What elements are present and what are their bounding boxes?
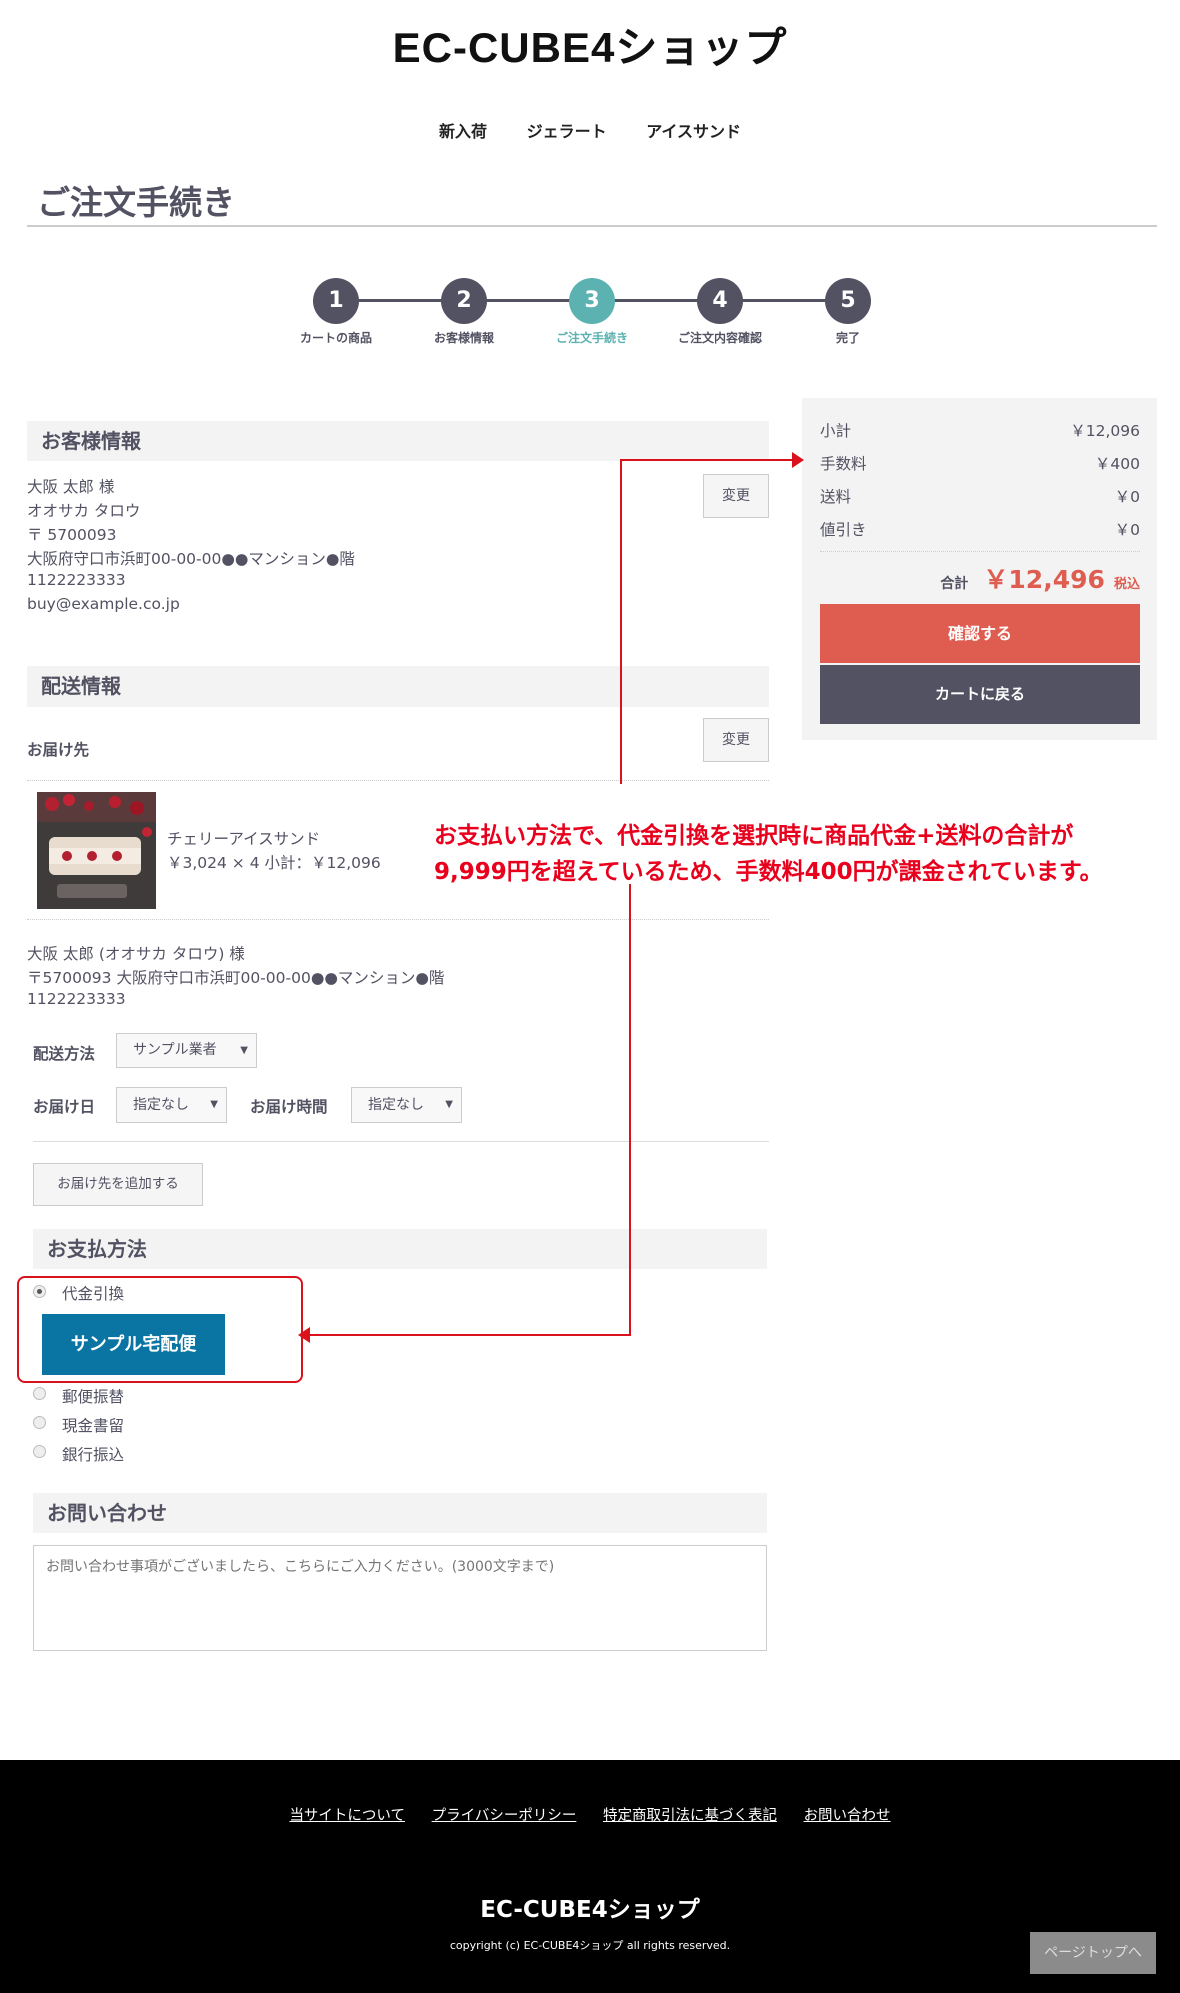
customer-name: 大阪 太郎 様 [27,478,115,496]
tax-label: 税込 [1113,577,1140,592]
recipient-phone: 1122223333 [27,990,126,1008]
chevron-down-icon: ▼ [210,1099,218,1110]
chevron-down-icon: ▼ [240,1045,248,1056]
global-nav: 新入荷 ジェラート アイスサンド [0,118,1180,142]
fee-label: 手数料 [820,455,867,473]
step-label-3: ご注文手続き [555,331,628,345]
step-label-2: お客様情報 [433,331,494,345]
shipping-section-heading: 配送情報 [27,666,769,707]
footer-link-tokusho[interactable]: 特定商取引法に基づく表記 [603,1808,777,1824]
delivery-time-select[interactable]: 指定なし ▼ [351,1087,462,1123]
shipping-fee-value: ￥0 [1114,488,1140,506]
page-top-button[interactable]: ページトップへ [1030,1932,1156,1974]
payment-radio-bank[interactable] [33,1445,46,1458]
divider [33,1141,769,1142]
payment-tooltip: サンプル宅配便 [42,1314,225,1375]
payment-option-postal[interactable]: 郵便振替 [62,1385,124,1407]
delivery-time-value: 指定なし [368,1097,424,1113]
customer-phone: 1122223333 [27,571,126,589]
payment-option-bank[interactable]: 銀行振込 [62,1443,124,1465]
delivery-method-value: サンプル業者 [133,1042,217,1058]
payment-section-heading: お支払方法 [33,1229,767,1269]
step-label-4: ご注文内容確認 [677,331,762,345]
divider [27,225,1157,227]
delivery-date-select[interactable]: 指定なし ▼ [116,1087,227,1123]
annotation-arrow [620,460,622,784]
summary-fee-row: 手数料 ￥400 [820,452,1140,474]
delivery-method-label: 配送方法 [33,1045,96,1063]
footer-link-about[interactable]: 当サイトについて [289,1808,405,1824]
customer-email: buy@example.co.jp [27,595,180,613]
annotation-arrow [620,459,800,461]
annotation-arrow [306,1334,631,1336]
discount-value: ￥0 [1114,521,1140,539]
footer-links: 当サイトについて プライバシーポリシー 特定商取引法に基づく表記 お問い合わせ [0,1804,1180,1825]
footer-title: EC-CUBE4ショップ [480,1897,700,1923]
recipient-address: 〒5700093 大阪府守口市浜町00-00-00●●マンション●階 [27,969,445,987]
customer-address: 大阪府守口市浜町00-00-00●●マンション●階 [27,550,355,568]
customer-kana: オオサカ タロウ [27,502,141,520]
inquiry-textarea[interactable] [33,1545,767,1651]
add-destination-button[interactable]: お届け先を追加する [33,1163,203,1206]
customer-zip: 〒 5700093 [27,526,117,544]
total-value: ￥12,496 [983,565,1105,594]
delivery-destination-label: お届け先 [27,741,90,759]
footer-copyright: copyright (c) EC-CUBE4ショップ all rights re… [449,1939,731,1952]
fee-value: ￥400 [1094,455,1140,473]
nav-item-icesand[interactable]: アイスサンド [646,118,741,142]
delivery-method-select[interactable]: サンプル業者 ▼ [116,1033,257,1068]
divider [27,780,769,781]
step-4: 4 [697,278,743,324]
customer-change-button[interactable]: 変更 [703,474,769,518]
discount-label: 値引き [820,521,867,539]
step-2: 2 [441,278,487,324]
payment-radio-cash[interactable] [33,1416,46,1429]
nav-item-new[interactable]: 新入荷 [439,118,487,142]
divider [27,919,769,920]
payment-radio-postal[interactable] [33,1387,46,1400]
summary-subtotal-row: 小計 ￥12,096 [820,419,1140,441]
arrowhead-icon [792,452,804,468]
annotation-text-line1: お支払い方法で、代金引換を選択時に商品代金+送料の合計が [434,823,1074,849]
page-title: ご注文手続き [37,183,235,222]
total-label: 合計 [940,576,969,592]
step-label-5: 完了 [835,331,860,345]
recipient-name: 大阪 太郎 (オオサカ タロウ) 様 [27,945,245,963]
step-5: 5 [825,278,871,324]
nav-item-gelato[interactable]: ジェラート [527,118,607,142]
product-name: チェリーアイスサンド [167,830,321,848]
step-1: 1 [313,278,359,324]
annotation-arrow [629,884,631,1336]
payment-option-cod[interactable]: 代金引換 [62,1282,124,1304]
summary-discount-row: 値引き ￥0 [820,518,1140,540]
subtotal-label: 小計 [820,422,852,440]
back-to-cart-button[interactable]: カートに戻る [820,665,1140,724]
delivery-date-label: お届け日 [33,1098,96,1116]
step-3: 3 [569,278,615,324]
divider [820,551,1140,552]
delivery-time-label: お届け時間 [250,1098,328,1116]
product-image [37,792,156,909]
footer [0,1760,1180,1993]
summary-shipping-row: 送料 ￥0 [820,485,1140,507]
chevron-down-icon: ▼ [445,1099,453,1110]
footer-link-contact[interactable]: お問い合わせ [804,1808,891,1824]
payment-option-cash[interactable]: 現金書留 [62,1414,124,1436]
inquiry-section-heading: お問い合わせ [33,1493,767,1533]
delivery-date-value: 指定なし [133,1097,189,1113]
confirm-button[interactable]: 確認する [820,604,1140,663]
summary-total-row: 合計 ￥12,496 税込 [820,560,1140,596]
shipping-fee-label: 送料 [820,488,852,506]
footer-link-privacy[interactable]: プライバシーポリシー [432,1808,577,1824]
annotation-text-line2: 9,999円を超えているため、手数料400円が課金されています。 [434,859,1103,885]
site-title[interactable]: EC-CUBE4ショップ [0,14,1180,75]
shipping-change-button[interactable]: 変更 [703,718,769,762]
payment-radio-cod[interactable] [33,1285,46,1298]
subtotal-value: ￥12,096 [1070,422,1140,440]
arrowhead-icon [298,1327,310,1343]
step-label-1: カートの商品 [299,331,372,345]
product-price: ￥3,024 × 4 小計：￥12,096 [167,854,381,872]
customer-section-heading: お客様情報 [27,421,769,461]
